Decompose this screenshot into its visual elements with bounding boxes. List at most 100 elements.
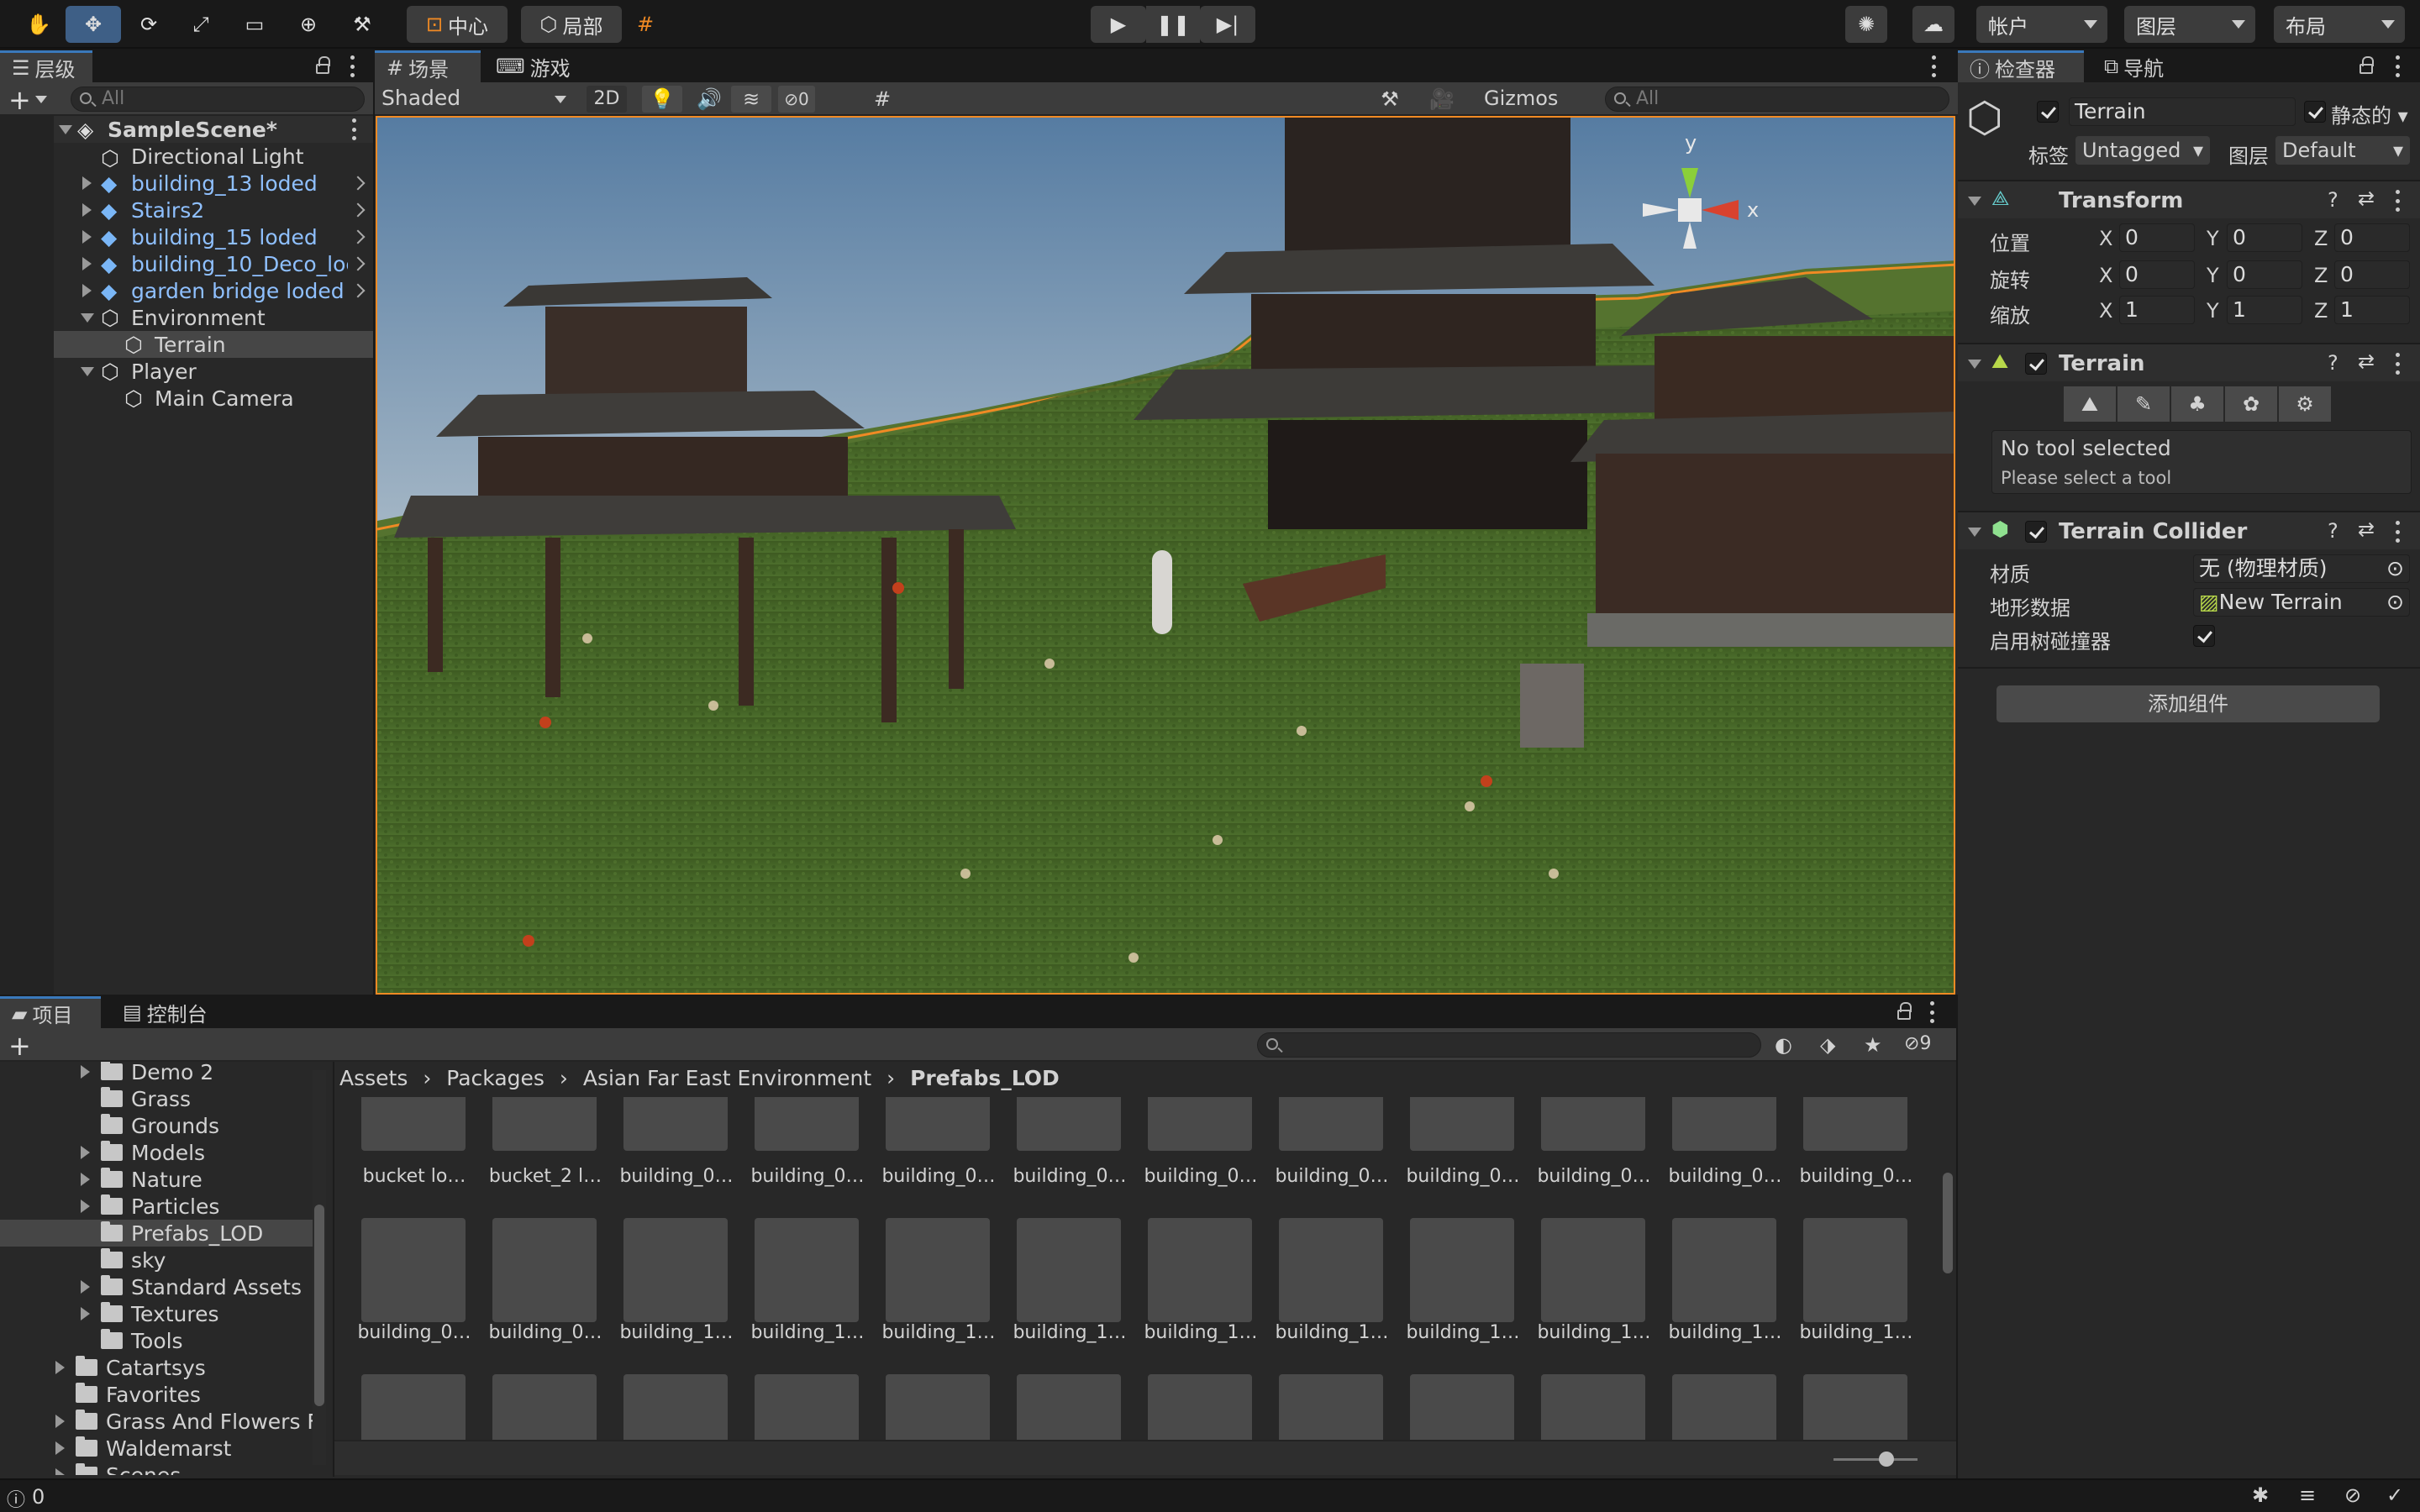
fold-icon[interactable] [81, 1280, 90, 1294]
asset-label[interactable]: building_0… [1531, 1166, 1657, 1187]
fold-icon[interactable] [82, 284, 92, 297]
tab-project[interactable]: ▰ 项目 [0, 996, 101, 1028]
static-dropdown[interactable]: 静态的 ▾ [2331, 99, 2408, 129]
asset-thumbnail[interactable] [1279, 1374, 1383, 1440]
asset-label[interactable]: building_0… [1007, 1166, 1133, 1187]
asset-label[interactable]: building_0… [1400, 1166, 1526, 1187]
rotate-tool-icon[interactable]: ⟳ [128, 6, 170, 43]
asset-thumbnail[interactable] [1148, 1097, 1252, 1151]
fold-icon[interactable] [81, 367, 94, 376]
chevron-right-icon[interactable] [350, 202, 366, 218]
chevron-right-icon[interactable] [350, 256, 366, 271]
tree-item[interactable]: Textures [0, 1300, 333, 1327]
tab-hierarchy[interactable]: ☰ 层级 [0, 50, 92, 82]
material-field[interactable]: 无 (物理材质) ⊙ [2193, 554, 2410, 583]
asset-label[interactable]: building_1… [876, 1322, 1002, 1343]
grid-toggle-icon[interactable]: # [862, 86, 902, 113]
asset-thumbnail[interactable] [623, 1374, 728, 1440]
tree-scrollbar[interactable] [313, 1070, 326, 1465]
raise-terrain-icon[interactable]: ⛰ [2064, 386, 2116, 422]
fold-icon[interactable] [59, 125, 72, 134]
enable-tree-colliders-checkbox[interactable] [2193, 625, 2215, 647]
asset-thumbnail[interactable] [1672, 1374, 1776, 1440]
scale-x-field[interactable]: 1 [2119, 296, 2195, 324]
collider-enabled-checkbox[interactable] [2025, 521, 2047, 543]
tree-item[interactable]: Particles [0, 1193, 333, 1220]
terrain-data-field[interactable]: ▨New Terrain ⊙ [2193, 588, 2410, 617]
tree-item[interactable]: Waldemarst [0, 1435, 333, 1462]
asset-thumbnail[interactable] [886, 1097, 990, 1151]
toggle-2d-button[interactable]: 2D [587, 86, 627, 113]
move-tool-icon[interactable]: ✥ [66, 6, 121, 43]
tree-item[interactable]: sky [0, 1247, 333, 1273]
chevron-down-icon[interactable] [35, 96, 47, 103]
asset-label[interactable]: bucket lo… [351, 1166, 477, 1187]
scene-root-row[interactable]: ◈ SampleScene* [54, 116, 373, 143]
asset-thumbnail[interactable] [361, 1218, 466, 1322]
check-icon[interactable]: ✓ [2386, 1483, 2403, 1507]
asset-scrollbar[interactable] [1939, 1097, 1956, 1440]
fold-icon[interactable] [82, 257, 92, 270]
list-item-selected[interactable]: ⬡ Terrain [54, 331, 373, 358]
tree-item[interactable]: Scenes [0, 1462, 333, 1475]
breadcrumb-prefabs-lod[interactable]: Prefabs_LOD [910, 1066, 1060, 1090]
tree-item[interactable]: Nature [0, 1166, 333, 1193]
transform-component-header[interactable]: ⟁ Transform ? ⇄ [1958, 180, 2420, 218]
scene-search-input[interactable]: All [1605, 87, 1949, 112]
scale-y-field[interactable]: 1 [2227, 296, 2302, 324]
position-y-field[interactable]: 0 [2227, 223, 2302, 252]
fold-icon[interactable] [55, 1468, 65, 1475]
asset-label[interactable]: building_0… [876, 1166, 1002, 1187]
project-search-input[interactable] [1257, 1032, 1761, 1058]
pause-button[interactable]: ❚❚ [1146, 6, 1200, 43]
asset-thumbnail[interactable] [755, 1218, 859, 1322]
asset-thumbnail[interactable] [886, 1218, 990, 1322]
asset-thumbnail[interactable] [755, 1374, 859, 1440]
paint-brush-icon[interactable]: ✎ [2118, 386, 2170, 422]
breadcrumb-assets[interactable]: Assets [339, 1066, 408, 1090]
layer-dropdown[interactable]: Default ▾ [2275, 136, 2410, 165]
progress-icon[interactable]: ⊘ [2344, 1483, 2361, 1507]
hidden-objects-toggle[interactable]: ⊘0 [778, 86, 815, 113]
breadcrumb-packages[interactable]: Packages [446, 1066, 544, 1090]
asset-label[interactable]: building_1… [1007, 1322, 1133, 1343]
position-z-field[interactable]: 0 [2334, 223, 2410, 252]
pivot-center-button[interactable]: ⊡ 中心 [407, 6, 508, 43]
asset-thumbnail[interactable] [755, 1097, 859, 1151]
asset-thumbnail[interactable] [1017, 1218, 1121, 1322]
position-x-field[interactable]: 0 [2119, 223, 2195, 252]
asset-thumbnail[interactable] [1541, 1374, 1645, 1440]
asset-thumbnail[interactable] [1410, 1374, 1514, 1440]
lock-icon[interactable] [2360, 56, 2374, 74]
asset-label[interactable]: building_1… [613, 1322, 739, 1343]
asset-thumbnail[interactable] [1410, 1218, 1514, 1322]
hierarchy-search-input[interactable]: All [71, 87, 365, 112]
fold-icon[interactable] [55, 1361, 65, 1374]
more-options-icon[interactable] [2395, 55, 2400, 77]
list-item[interactable]: ⬡ Directional Light [54, 143, 373, 171]
lighting-toggle-icon[interactable]: 💡 [642, 86, 682, 113]
transform-tool-icon[interactable]: ⊕ [287, 6, 329, 43]
fold-icon[interactable] [81, 313, 94, 323]
hand-tool-icon[interactable]: ✋ [22, 6, 55, 43]
fold-icon[interactable] [55, 1415, 65, 1428]
scene-viewport[interactable]: y x [376, 116, 1955, 995]
fold-icon[interactable] [82, 203, 92, 217]
asset-label[interactable]: building_1… [1269, 1322, 1395, 1343]
tree-item[interactable]: Tools [0, 1327, 333, 1354]
tree-item[interactable]: Demo 2 [0, 1062, 333, 1085]
chevron-right-icon[interactable] [350, 229, 366, 244]
asset-thumbnail[interactable] [1148, 1374, 1252, 1440]
fold-icon[interactable] [81, 1200, 90, 1213]
list-item[interactable]: ◆ Stairs2 [54, 197, 373, 223]
asset-thumbnail[interactable] [1672, 1218, 1776, 1322]
filter-by-type-icon[interactable]: ◐ [1775, 1033, 1792, 1057]
rect-tool-icon[interactable]: ▭ [234, 6, 276, 43]
object-name-field[interactable]: Terrain [2069, 97, 2296, 126]
breadcrumb-asian-far-east[interactable]: Asian Far East Environment [583, 1066, 871, 1090]
component-options-icon[interactable] [2395, 521, 2400, 543]
rotation-x-field[interactable]: 0 [2119, 260, 2195, 289]
asset-thumbnail[interactable] [886, 1374, 990, 1440]
filter-by-label-icon[interactable]: ⬗ [1820, 1033, 1835, 1057]
layers-dropdown[interactable]: 图层 [2124, 6, 2255, 43]
